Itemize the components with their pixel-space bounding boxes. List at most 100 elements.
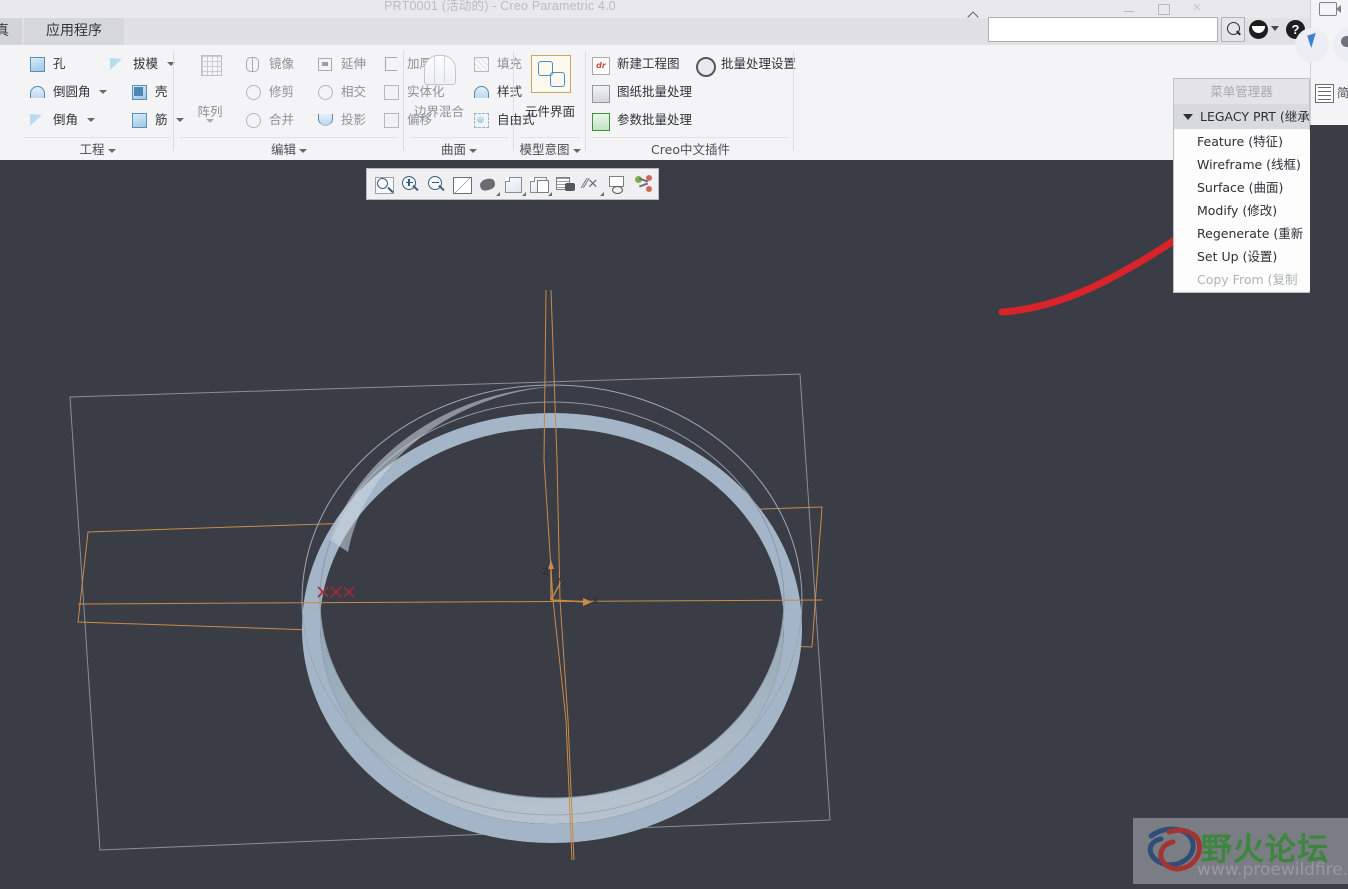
zoom-out-icon <box>428 176 445 192</box>
creo-parametric-window: PRT0001 (活动的) - Creo Parametric 4.0 ✕ ? … <box>0 0 1348 884</box>
search-button[interactable] <box>1221 17 1245 42</box>
view-spin-center-button[interactable] <box>476 173 500 197</box>
ribbon-group-label-engineering[interactable]: 工程 <box>20 139 175 158</box>
group-label-text: Creo中文插件 <box>651 142 730 157</box>
group-divider <box>180 137 398 138</box>
grid-icon[interactable] <box>1315 84 1334 103</box>
merge-icon <box>244 111 262 129</box>
ribbon-bigbutton-pattern[interactable]: 阵列 <box>184 53 236 129</box>
chevron-down-icon <box>1183 114 1193 120</box>
view-annotation-display-button[interactable] <box>606 173 630 197</box>
watermark: 野火论坛 www.proewildfire.cn <box>1133 818 1348 884</box>
ribbon-item-label: 修剪 <box>268 84 294 99</box>
ribbon-item-round[interactable]: 倒圆角 <box>28 79 108 102</box>
ribbon-item-fill: 填充 <box>472 51 522 74</box>
ribbon-tabstrip: 真 应用程序 <box>0 18 380 45</box>
trim-icon <box>244 83 262 101</box>
ribbon-item-label: 延伸 <box>340 56 366 71</box>
chevron-down-icon[interactable] <box>206 119 214 123</box>
menu-manager-header[interactable]: LEGACY PRT (继承 <box>1174 104 1310 129</box>
draft-icon <box>108 55 126 73</box>
ribbon-item-hole[interactable]: 孔 <box>28 51 66 74</box>
tab-applications[interactable]: 应用程序 <box>24 18 124 45</box>
thicken-icon <box>382 55 400 73</box>
menu-item-wireframe[interactable]: Wireframe (线框) <box>1175 153 1310 176</box>
ribbon-item-extend: 延伸 <box>316 51 366 74</box>
minimize-button[interactable] <box>1116 2 1142 15</box>
ribbon-item-chamfer[interactable]: 倒角 <box>28 107 95 130</box>
ime-indicator[interactable]: 简 <box>1337 84 1348 101</box>
search-input[interactable] <box>989 18 1217 41</box>
round-icon <box>28 83 46 101</box>
view-manager-button[interactable] <box>554 173 578 197</box>
maximize-button[interactable] <box>1150 2 1176 15</box>
shell-icon <box>130 83 148 101</box>
view-saved-views-button[interactable] <box>528 173 552 197</box>
datum-display-icon: ⁄⁄✕ <box>583 177 599 192</box>
collapse-ribbon-icon[interactable] <box>966 6 982 22</box>
hole-icon <box>28 55 46 73</box>
group-separator <box>793 51 794 151</box>
project-icon <box>316 111 334 129</box>
view-refit-button[interactable] <box>372 173 396 197</box>
ribbon-item-drawing-batch[interactable]: 图纸批量处理 <box>592 79 692 103</box>
ribbon-item-batch-settings[interactable]: 批量处理设置 <box>696 51 796 77</box>
ribbon-bigbutton-component-interface[interactable]: 元件界面 <box>516 53 584 129</box>
camera-icon[interactable] <box>1319 2 1341 16</box>
view-datum-display-button[interactable]: ⁄⁄✕ <box>580 173 604 197</box>
menu-item-regenerate[interactable]: Regenerate (重新 <box>1175 222 1310 245</box>
menu-manager-title: 菜单管理器 <box>1174 79 1309 104</box>
ribbon-item-draft[interactable]: 拔模 <box>108 51 175 74</box>
search-input-wrapper[interactable] <box>988 17 1218 42</box>
person-icon <box>1341 36 1348 47</box>
view-zoom-out-button[interactable] <box>424 173 448 197</box>
chevron-down-icon[interactable] <box>99 89 108 94</box>
ribbon-item-label: 图纸批量处理 <box>616 84 692 99</box>
ribbon-item-label: 镜像 <box>268 56 294 71</box>
ribbon-item-parameter-batch[interactable]: 参数批量处理 <box>592 107 692 131</box>
ribbon-item-label: 投影 <box>340 112 366 127</box>
view-appearance-gallery-button[interactable] <box>632 173 656 197</box>
window-title: PRT0001 (活动的) - Creo Parametric 4.0 <box>384 0 616 13</box>
watermark-url: www.proewildfire.cn <box>1197 860 1348 880</box>
group-label-text: 编辑 <box>270 142 296 157</box>
csys-label-y: Y <box>557 577 565 588</box>
ribbon-item-merge: 合并 <box>244 107 294 130</box>
group-separator <box>403 51 404 151</box>
view-toolbar: ⁄⁄✕ <box>366 168 659 200</box>
new-drawing-icon: dr <box>592 55 610 75</box>
menu-item-feature[interactable]: Feature (特征) <box>1175 130 1310 153</box>
ribbon-item-label: 参数批量处理 <box>616 112 692 127</box>
ribbon-group-label-editing[interactable]: 编辑 <box>176 139 402 158</box>
chevron-down-icon[interactable] <box>86 117 95 122</box>
eye-button[interactable] <box>1249 20 1268 39</box>
chevron-down-icon[interactable] <box>1271 26 1279 31</box>
close-button[interactable]: ✕ <box>1184 2 1210 15</box>
ribbon-item-label: 相交 <box>340 84 366 99</box>
group-label-text: 工程 <box>79 142 105 157</box>
style-icon <box>472 83 490 101</box>
ribbon-group-label-model-intent[interactable]: 模型意图 <box>516 139 584 158</box>
rib-icon <box>130 111 148 129</box>
repaint-icon <box>453 177 472 194</box>
ribbon-group-editing: 阵列 镜像 延伸 加厚 修剪 相交 实体化 合并 投影 偏移 编辑 <box>176 45 445 160</box>
zoom-in-icon <box>402 176 419 192</box>
freestyle-icon <box>472 111 490 129</box>
tab-partial[interactable]: 真 <box>0 18 22 45</box>
menu-item-modify[interactable]: Modify (修改) <box>1175 199 1310 222</box>
ribbon-item-project: 投影 <box>316 107 366 130</box>
group-separator <box>585 51 586 151</box>
graphics-viewport[interactable]: Z Y X <box>0 160 1310 884</box>
ribbon-item-shell[interactable]: 壳 <box>130 79 168 102</box>
view-repaint-button[interactable] <box>450 173 474 197</box>
view-zoom-in-button[interactable] <box>398 173 422 197</box>
ribbon-item-style[interactable]: 样式 <box>472 79 522 102</box>
menu-item-setup[interactable]: Set Up (设置) <box>1175 245 1310 268</box>
menu-item-surface[interactable]: Surface (曲面) <box>1175 176 1310 199</box>
group-label-text: 曲面 <box>440 142 466 157</box>
menu-manager: 菜单管理器 LEGACY PRT (继承 Feature (特征) Wirefr… <box>1173 78 1310 293</box>
ribbon-group-label-surfaces[interactable]: 曲面 <box>406 139 512 158</box>
ribbon-item-new-drawing[interactable]: dr 新建工程图 <box>592 51 680 75</box>
view-display-style-button[interactable] <box>502 173 526 197</box>
boundary-blend-icon <box>424 55 456 85</box>
